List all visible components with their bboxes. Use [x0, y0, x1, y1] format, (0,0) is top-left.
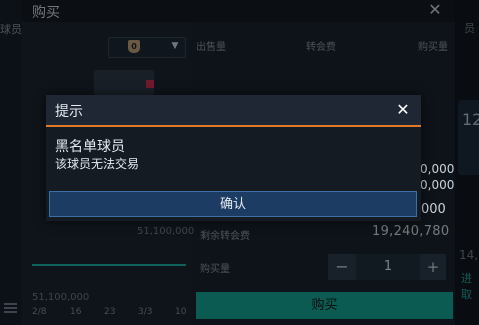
dialog-header	[46, 95, 421, 125]
dialog-close-icon[interactable]: ✕	[393, 100, 413, 120]
confirm-button[interactable]: 确认	[49, 191, 417, 217]
dialog-heading: 黑名单球员	[55, 139, 125, 155]
peek-value: 000	[421, 202, 446, 217]
peek-value: 0,000	[420, 178, 455, 192]
dialog-message: 该球员无法交易	[55, 157, 140, 171]
dialog-divider	[46, 125, 421, 127]
peek-value: 0,000	[420, 162, 455, 176]
dialog-title: 提示	[55, 104, 83, 120]
